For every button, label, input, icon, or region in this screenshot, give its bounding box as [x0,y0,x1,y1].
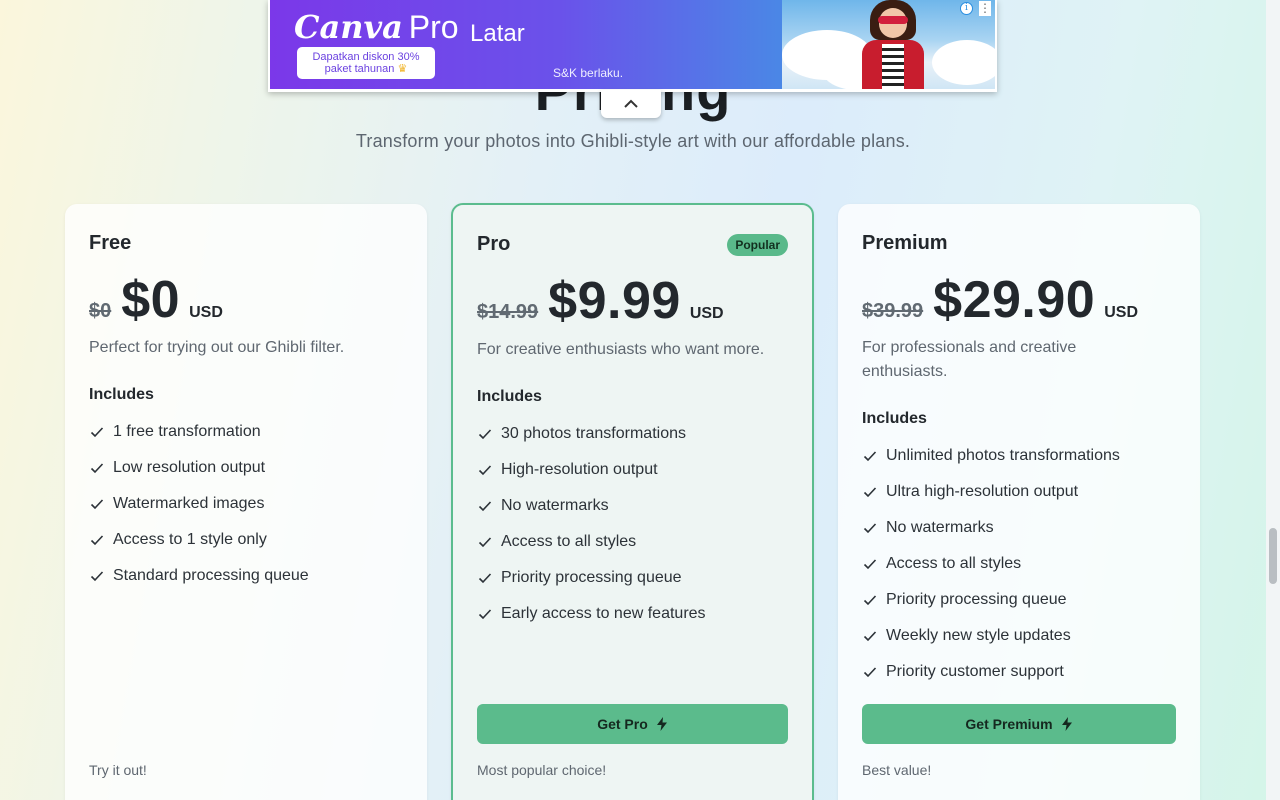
feature-item: Early access to new features [477,596,788,632]
check-icon [478,573,492,584]
price-row: $39.99 $29.90 USD [862,270,1138,330]
ad-collapse-button[interactable] [601,90,661,118]
lightning-bolt-icon [1061,717,1072,731]
get-premium-button[interactable]: Get Premium [862,704,1176,744]
plan-footer-note: Most popular choice! [477,762,607,778]
feature-list: Unlimited photos transformations Ultra h… [862,438,1176,690]
plan-footer-note: Try it out! [89,762,147,778]
crown-icon: ♛ [397,63,408,75]
lightning-bolt-icon [656,717,667,731]
price-row: $14.99 $9.99 USD [477,271,724,331]
includes-label: Includes [89,386,154,403]
plan-description: For professionals and creative enthusias… [862,339,1077,380]
feature-item: 30 photos transformations [477,416,788,452]
get-pro-button[interactable]: Get Pro [477,704,788,744]
feature-item: High-resolution output [477,452,788,488]
currency: USD [1104,304,1138,321]
check-icon [90,571,104,582]
check-icon [478,465,492,476]
feature-item: Standard processing queue [89,558,403,594]
plan-card-pro: Pro Popular $14.99 $9.99 USD For creativ… [451,203,814,800]
feature-item: Ultra high-resolution output [862,474,1176,510]
vertical-scrollbar[interactable] [1266,0,1280,800]
check-icon [90,463,104,474]
plan-name: Premium [862,232,948,254]
feature-item: Priority processing queue [862,582,1176,618]
pricing-page: Pricing Transform your photos into Ghibl… [0,0,1266,800]
old-price: $14.99 [477,301,539,323]
check-icon [863,451,877,462]
includes-label: Includes [477,388,542,405]
old-price: $39.99 [862,300,924,322]
scrollbar-thumb[interactable] [1269,528,1277,584]
more-vertical-icon[interactable]: ⋮ [979,1,991,16]
ad-creative[interactable]: Canva Pro Dapatkan diskon 30% paket tahun… [270,0,995,89]
plan-description: For creative enthusiasts who want more. [477,341,765,358]
price-row: $0 $0 USD [89,270,223,330]
currency: USD [689,305,724,322]
plan-name: Pro [477,233,511,255]
info-icon[interactable]: i [960,2,973,15]
ad-promo-badge: Dapatkan diskon 30% paket tahunan ♛ [297,47,435,79]
check-icon [90,535,104,546]
feature-item: Access to all styles [862,546,1176,582]
check-icon [863,559,877,570]
page-subtitle: Transform your photos into Ghibli-style … [355,131,911,151]
ad-headline: Latar [470,20,525,47]
check-icon [863,523,877,534]
popular-badge: Popular [727,234,788,256]
price: $0 [121,271,181,329]
check-icon [478,429,492,440]
feature-item: 1 free transformation [89,414,403,450]
feature-item: Access to 1 style only [89,522,403,558]
feature-item: Watermarked images [89,486,403,522]
price: $29.90 [933,271,1096,329]
plan-name: Free [89,232,132,254]
check-icon [863,631,877,642]
check-icon [863,595,877,606]
plan-card-premium: Premium $39.99 $29.90 USD For profession… [838,204,1200,800]
feature-item: Weekly new style updates [862,618,1176,654]
check-icon [90,427,104,438]
includes-label: Includes [862,410,927,427]
feature-list: 30 photos transformations High-resolutio… [477,416,788,632]
plan-card-free: Free $0 $0 USD Perfect for trying out ou… [65,204,427,800]
feature-item: Low resolution output [89,450,403,486]
feature-item: Priority processing queue [477,560,788,596]
check-icon [863,667,877,678]
feature-item: Unlimited photos transformations [862,438,1176,474]
ad-banner[interactable]: Canva Pro Dapatkan diskon 30% paket tahun… [268,0,997,92]
check-icon [478,537,492,548]
price: $9.99 [548,272,681,330]
feature-item: No watermarks [862,510,1176,546]
chevron-up-icon [624,99,638,108]
ad-terms: S&K berlaku. [553,66,624,80]
feature-item: Priority customer support [862,654,1176,690]
old-price: $0 [89,300,112,322]
check-icon [863,487,877,498]
feature-list: 1 free transformation Low resolution out… [89,414,403,594]
check-icon [478,609,492,620]
currency: USD [189,304,223,321]
plan-description: Perfect for trying out our Ghibli filter… [89,339,345,356]
ad-brand-logo: Canva Pro [294,8,459,46]
feature-item: Access to all styles [477,524,788,560]
check-icon [478,501,492,512]
check-icon [90,499,104,510]
plan-footer-note: Best value! [862,762,932,778]
feature-item: No watermarks [477,488,788,524]
